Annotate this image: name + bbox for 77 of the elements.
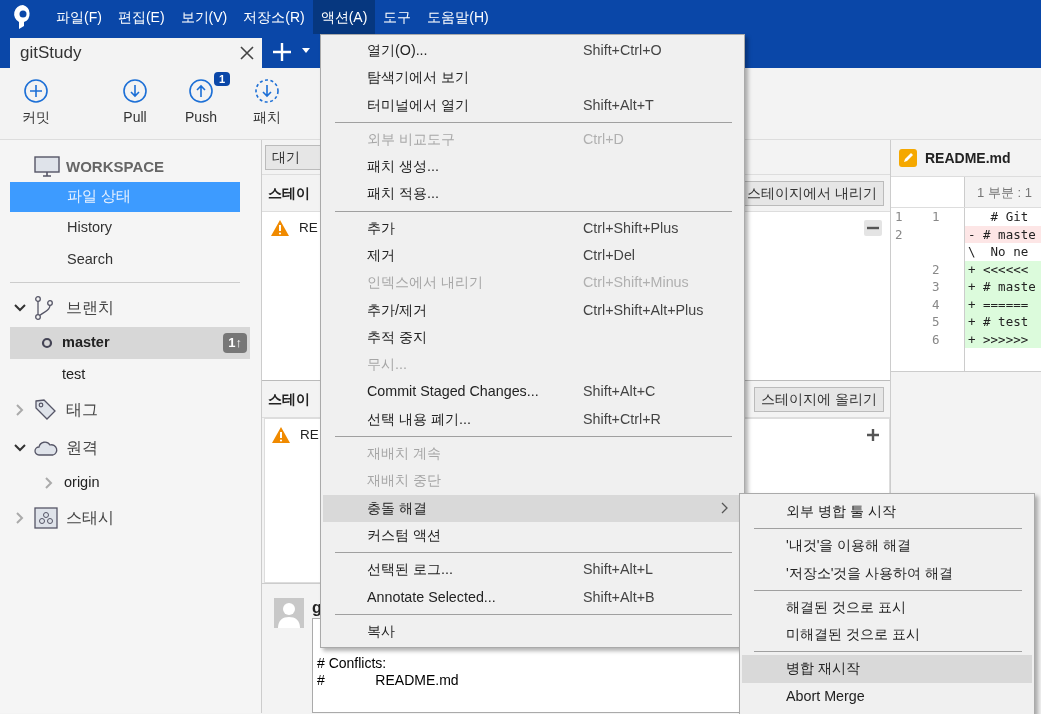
menu-item[interactable]: 보기(V) bbox=[172, 0, 236, 34]
menu-item[interactable]: '내것'을 이용해 해결 bbox=[742, 532, 1032, 560]
pencil-icon bbox=[899, 149, 917, 167]
sidebar-item[interactable]: Search bbox=[10, 244, 240, 276]
chevron-down-icon[interactable] bbox=[14, 304, 26, 312]
plus-icon[interactable] bbox=[865, 427, 881, 443]
menu-item[interactable]: 탐색기에서 보기 bbox=[323, 64, 742, 92]
sidebar-item[interactable]: History bbox=[10, 212, 240, 244]
menu-item[interactable]: '저장소'것을 사용하여 해결 bbox=[742, 559, 1032, 587]
menu-item[interactable]: 추적 중지 bbox=[323, 323, 742, 352]
code-line: \ No ne bbox=[967, 243, 1030, 261]
file-name[interactable]: RE bbox=[299, 217, 318, 239]
warning-icon bbox=[270, 219, 290, 237]
file-title: README.md bbox=[925, 148, 1011, 168]
menu-item[interactable]: 도구 bbox=[375, 0, 420, 34]
menu-item[interactable]: 제거 Ctrl+Del bbox=[323, 242, 742, 270]
section-title: WORKSPACE bbox=[66, 156, 165, 177]
close-icon bbox=[240, 46, 254, 60]
ahead-badge: 1↑ bbox=[223, 333, 247, 353]
line-number: 1 bbox=[928, 208, 965, 226]
line-number: 1 bbox=[894, 208, 904, 226]
menu-item[interactable]: 액션(A) bbox=[312, 0, 376, 34]
menu-item[interactable]: 터미널에서 열기 Shift+Alt+T bbox=[323, 91, 742, 119]
menu-item[interactable]: 도움말(H) bbox=[419, 0, 497, 34]
menu-item[interactable]: 선택 내용 폐기... Shift+Ctrl+R bbox=[323, 405, 742, 434]
line-number: 2 bbox=[894, 225, 904, 243]
menu-item[interactable]: 미해결된 것으로 표시 bbox=[742, 621, 1032, 649]
sidebar-item[interactable]: origin bbox=[64, 472, 100, 494]
pull-icon bbox=[123, 79, 147, 103]
hunk-header: 1 부분 : 1 bbox=[976, 184, 1032, 202]
commit-button[interactable]: 커밋 bbox=[8, 68, 64, 139]
count-badge: 1 bbox=[213, 72, 230, 86]
menu-item[interactable]: 열기(O)... Shift+Ctrl+O bbox=[323, 37, 742, 65]
warning-icon bbox=[271, 426, 291, 444]
sidebar-item[interactable]: master bbox=[62, 332, 110, 354]
code-line: # Git bbox=[989, 208, 1030, 226]
plus-icon bbox=[272, 42, 292, 62]
section-title: 스테이 bbox=[268, 389, 310, 409]
tag-icon bbox=[34, 398, 58, 422]
file-name[interactable]: RE bbox=[300, 424, 319, 446]
stash-icon bbox=[34, 506, 58, 530]
stage-button[interactable]: 스테이지에 올리기 bbox=[754, 386, 884, 412]
monitor-icon bbox=[34, 156, 60, 178]
commit-icon bbox=[24, 79, 48, 103]
avatar-icon bbox=[274, 598, 304, 628]
pull-button[interactable]: Pull bbox=[102, 68, 168, 139]
group-title[interactable]: 원격 bbox=[66, 436, 98, 460]
group-title[interactable]: 브랜치 bbox=[66, 296, 114, 320]
patch-icon bbox=[255, 79, 279, 103]
minus-icon[interactable] bbox=[864, 220, 882, 236]
group-title[interactable]: 스태시 bbox=[66, 506, 114, 530]
section-title: 스테이 bbox=[268, 183, 310, 203]
menu-item[interactable]: 편집(E) bbox=[109, 0, 173, 34]
sidebar-item[interactable]: test bbox=[62, 364, 86, 386]
tab-label: gitStudy bbox=[20, 42, 82, 65]
menu-item[interactable]: 패치 적용... bbox=[323, 180, 742, 208]
menu-item[interactable]: 복사 bbox=[323, 617, 742, 646]
menu-item[interactable]: Annotate Selected... Shift+Alt+B bbox=[323, 583, 742, 611]
menu-item[interactable]: 커스텀 액션 bbox=[323, 522, 742, 550]
patch-button[interactable]: 패치 bbox=[234, 68, 300, 139]
chevron-down-icon[interactable] bbox=[14, 444, 26, 452]
menu-item[interactable]: Abort Merge bbox=[742, 682, 1032, 711]
menu-item[interactable]: 해결된 것으로 표시 bbox=[742, 593, 1032, 622]
tab[interactable]: gitStudy bbox=[10, 38, 262, 68]
dropdown-icon bbox=[302, 48, 310, 54]
push-button[interactable]: Push 1 bbox=[168, 68, 234, 139]
group-title[interactable]: 태그 bbox=[66, 398, 98, 422]
menu-item[interactable]: 외부 병합 툴 시작 bbox=[742, 498, 1032, 526]
menu-item[interactable]: 충돌 해결 bbox=[323, 494, 742, 523]
push-icon bbox=[189, 79, 213, 103]
menu-item[interactable]: 파일(F) bbox=[48, 0, 110, 34]
menu-item[interactable]: 저장소(R) bbox=[235, 0, 313, 34]
menu-item[interactable]: 추가 Ctrl+Shift+Plus bbox=[323, 214, 742, 243]
menu-item[interactable]: 병합 재시작 bbox=[742, 655, 1032, 683]
menu-item[interactable]: 선택된 로그... Shift+Alt+L bbox=[323, 556, 742, 584]
menu-item[interactable]: 추가/제거 Ctrl+Shift+Alt+Plus bbox=[323, 296, 742, 324]
menu-item[interactable]: Commit Staged Changes... Shift+Alt+C bbox=[323, 378, 742, 406]
